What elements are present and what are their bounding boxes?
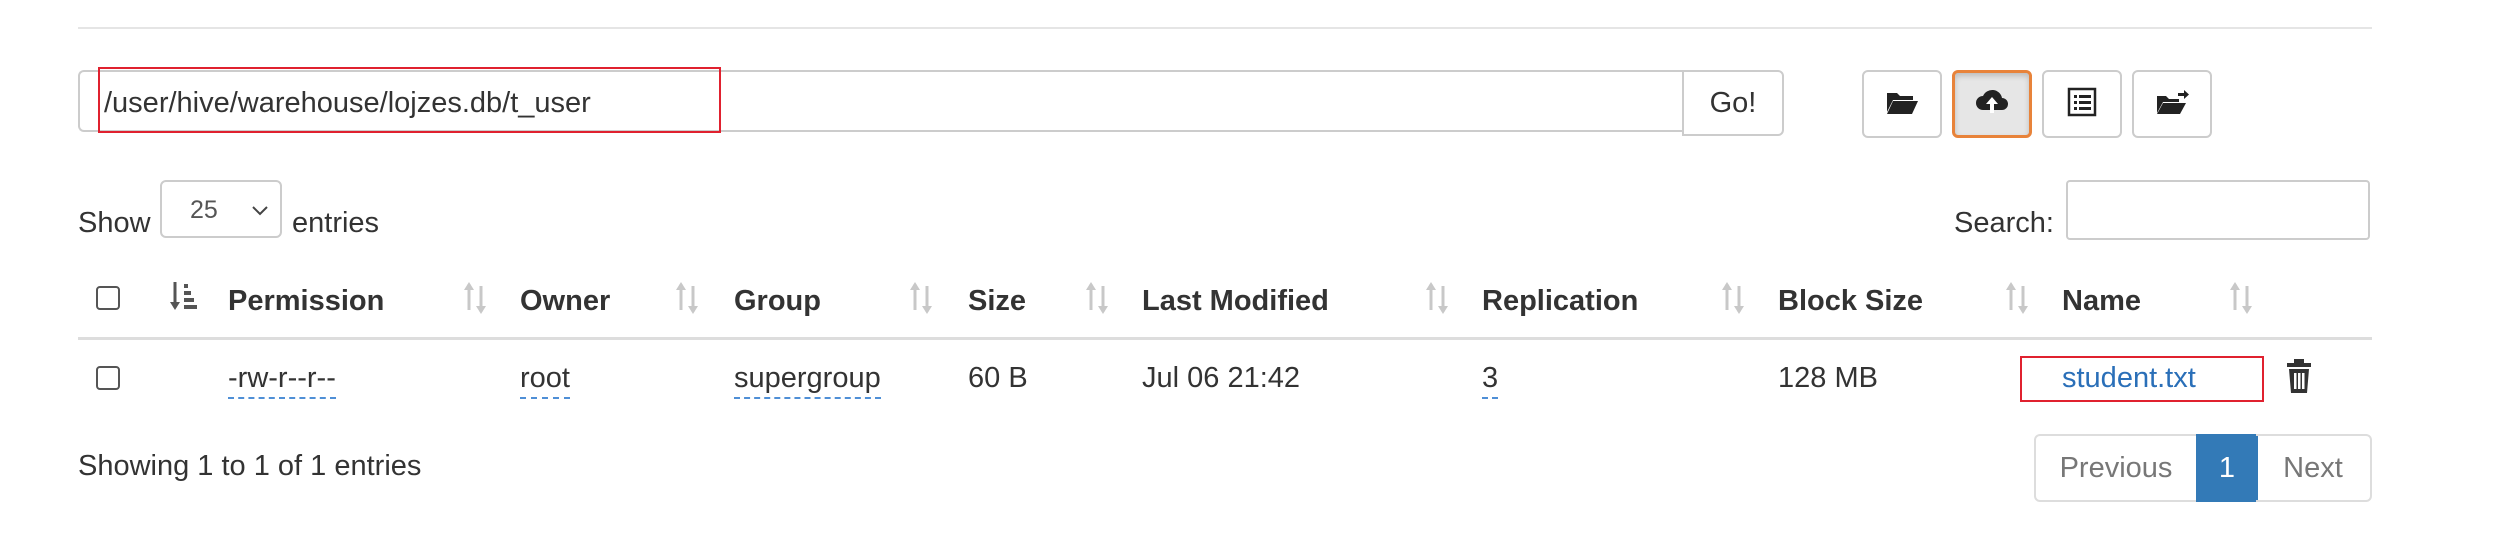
sort-both-icon[interactable]: [2002, 278, 2032, 318]
select-all-checkbox[interactable]: [96, 286, 120, 310]
row-owner[interactable]: root: [520, 361, 570, 399]
list-icon: [2064, 84, 2100, 125]
folder-open-icon: [1884, 84, 1920, 125]
path-input[interactable]: /user/hive/warehouse/lojzes.db/t_user: [78, 70, 1682, 132]
pagination-previous[interactable]: Previous: [2034, 434, 2198, 502]
column-header-owner[interactable]: Owner: [520, 284, 610, 318]
move-button[interactable]: [2132, 70, 2212, 138]
path-input-value: /user/hive/warehouse/lojzes.db/t_user: [104, 87, 591, 119]
go-button[interactable]: Go!: [1682, 70, 1784, 136]
sort-both-icon[interactable]: [1082, 278, 1112, 318]
create-directory-button[interactable]: [1862, 70, 1942, 138]
table-header-divider: [78, 337, 2372, 340]
sort-ascending-icon[interactable]: [168, 278, 198, 318]
cloud-upload-icon: [1974, 84, 2010, 125]
column-header-permission[interactable]: Permission: [228, 284, 384, 318]
top-divider: [78, 27, 2372, 29]
sort-both-icon[interactable]: [1718, 278, 1748, 318]
column-header-replication[interactable]: Replication: [1482, 284, 1638, 318]
path-bar: /user/hive/warehouse/lojzes.db/t_user Go…: [78, 70, 1784, 136]
show-label: Show: [78, 207, 151, 239]
row-select-checkbox[interactable]: [96, 366, 120, 390]
search-input[interactable]: [2066, 180, 2370, 240]
sort-both-icon[interactable]: [460, 278, 490, 318]
trash-icon[interactable]: [2284, 356, 2314, 396]
list-view-button[interactable]: [2042, 70, 2122, 138]
row-last-modified: Jul 06 21:42: [1142, 362, 1301, 394]
row-size: 60 B: [968, 362, 1028, 394]
table-info: Showing 1 to 1 of 1 entries: [78, 450, 422, 482]
row-block-size: 128 MB: [1778, 362, 1878, 394]
chevron-down-icon: [250, 200, 270, 220]
search-label: Search:: [1954, 207, 2054, 239]
column-header-name[interactable]: Name: [2062, 284, 2141, 318]
column-header-size[interactable]: Size: [968, 284, 1026, 318]
row-permission[interactable]: -rw-r--r--: [228, 361, 336, 399]
entries-per-page-value: 25: [190, 196, 218, 224]
row-replication[interactable]: 3: [1482, 361, 1499, 399]
column-header-block-size[interactable]: Block Size: [1778, 284, 1923, 318]
row-name-link[interactable]: student.txt: [2062, 361, 2196, 395]
pagination-page-1[interactable]: 1: [2196, 434, 2258, 502]
entries-label: entries: [292, 207, 380, 239]
sort-both-icon[interactable]: [1422, 278, 1452, 318]
pagination-next[interactable]: Next: [2256, 434, 2372, 502]
column-header-group[interactable]: Group: [734, 284, 821, 318]
entries-per-page-select[interactable]: 25: [160, 180, 282, 238]
folder-move-icon: [2154, 84, 2190, 125]
sort-both-icon[interactable]: [906, 278, 936, 318]
sort-both-icon[interactable]: [672, 278, 702, 318]
column-header-last-modified[interactable]: Last Modified: [1142, 284, 1329, 318]
sort-both-icon[interactable]: [2226, 278, 2256, 318]
upload-button[interactable]: [1952, 70, 2032, 138]
row-group[interactable]: supergroup: [734, 361, 881, 399]
